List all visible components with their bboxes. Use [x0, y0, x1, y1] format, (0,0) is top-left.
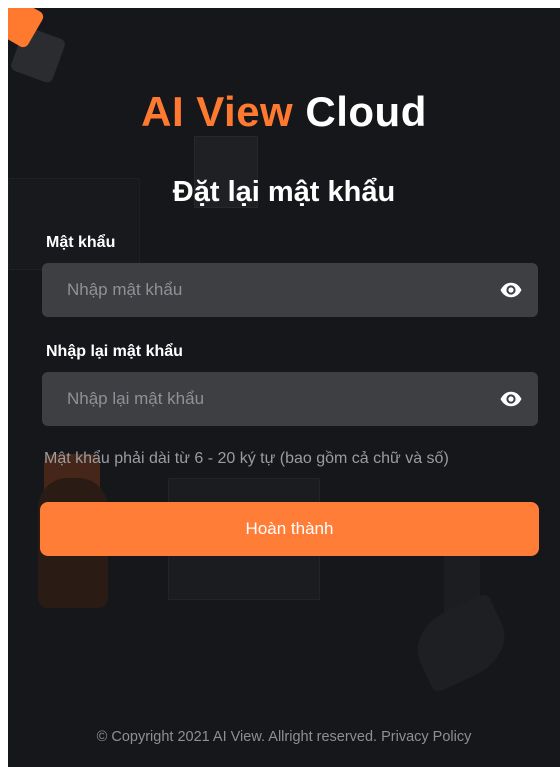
- password-label: Mật khẩu: [46, 234, 116, 251]
- password-field: [42, 263, 538, 317]
- password-requirement-hint: Mật khẩu phải dài từ 6 - 20 ký tự (bao g…: [44, 450, 449, 467]
- confirm-password-label: Nhập lại mật khẩu: [46, 343, 183, 360]
- eye-icon[interactable]: [498, 386, 524, 412]
- copyright-text: © Copyright 2021 AI View. Allright reser…: [96, 729, 378, 745]
- confirm-password-field: [42, 372, 538, 426]
- password-input[interactable]: [65, 279, 498, 301]
- complete-button[interactable]: Hoàn thành: [40, 502, 539, 556]
- privacy-policy-link[interactable]: Privacy Policy: [381, 729, 471, 745]
- brand-logo: AI View Cloud: [8, 88, 560, 136]
- reset-password-screen: AI View Cloud Đặt lại mật khẩu Mật khẩu …: [8, 8, 560, 767]
- page-title: Đặt lại mật khẩu: [172, 176, 396, 208]
- form-container: AI View Cloud Đặt lại mật khẩu Mật khẩu …: [8, 8, 560, 767]
- brand-logo-text: Cloud: [305, 88, 427, 135]
- footer: © Copyright 2021 AI View. Allright reser…: [8, 729, 560, 745]
- confirm-password-input[interactable]: [65, 388, 498, 410]
- brand-logo-accent: AI View: [141, 88, 294, 135]
- eye-icon[interactable]: [498, 277, 524, 303]
